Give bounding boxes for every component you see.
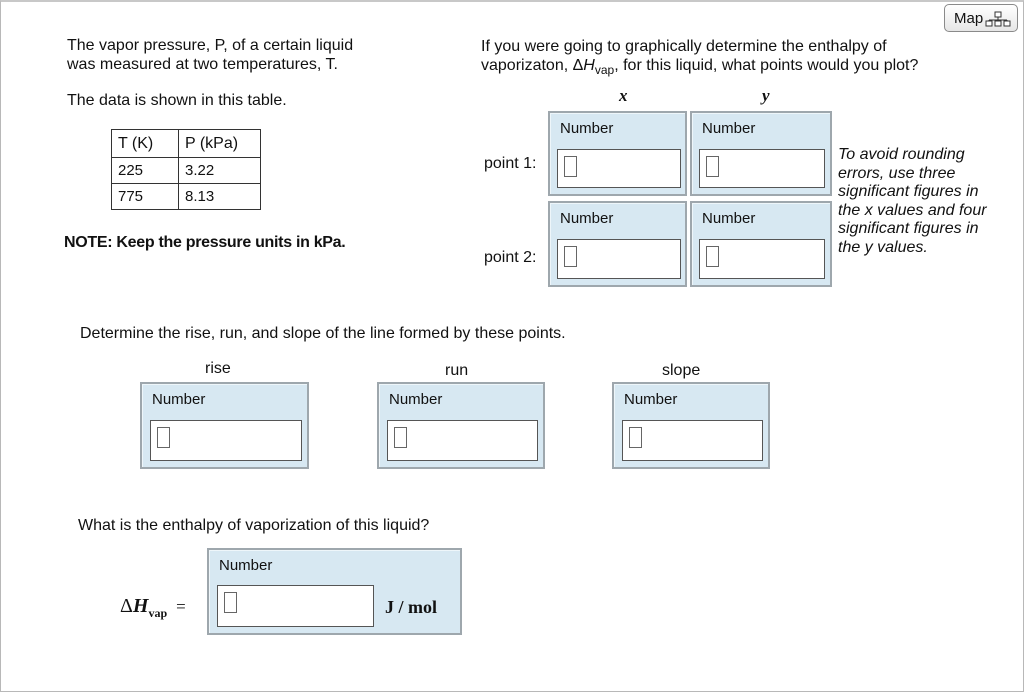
enthalpy-subscript: vap (594, 63, 615, 78)
hint-line: significant figures in (838, 220, 979, 237)
point1-x-input[interactable] (557, 149, 681, 188)
field-label: Number (624, 391, 678, 408)
run-input[interactable] (387, 420, 538, 461)
field-label: Number (702, 120, 756, 137)
map-button-label: Map (954, 10, 984, 27)
hint-line: the x values and four (838, 201, 987, 219)
point1-y-box: Number (690, 111, 832, 196)
point2-x-box: Number (548, 201, 687, 287)
point1-label: point 1: (484, 155, 537, 172)
rise-input[interactable] (150, 420, 302, 461)
plot-question-text: vaporizaton, Δ (481, 57, 584, 74)
point2-label: point 2: (484, 249, 537, 266)
plot-question-text: , for this liquid, what points would you… (614, 57, 919, 74)
field-label: Number (560, 120, 614, 137)
cursor-box (394, 427, 407, 448)
hint-line: errors, use three (838, 164, 956, 182)
cursor-box (629, 427, 642, 448)
intro-line-1: The vapor pressure, P, of a certain liqu… (67, 37, 354, 54)
slope-prompt: Determine the rise, run, and slope of th… (80, 325, 566, 342)
run-label: run (445, 362, 469, 379)
table-header-cell: P (kPa) (178, 129, 261, 158)
run-box: Number (377, 382, 545, 469)
cursor-box (706, 246, 719, 267)
cursor-box (564, 156, 577, 177)
delta-symbol: Δ (120, 595, 133, 617)
table-cell: 775 (111, 183, 179, 210)
sitemap-icon (985, 11, 1011, 27)
y-header: y (762, 86, 770, 105)
h-symbol: H (132, 595, 149, 617)
cursor-box (564, 246, 577, 267)
field-label: Number (702, 210, 756, 227)
field-label: Number (152, 391, 206, 408)
plot-question: If you were going to graphically determi… (481, 37, 918, 80)
field-label: Number (560, 210, 614, 227)
rise-box: Number (140, 382, 309, 469)
point1-y-input[interactable] (699, 149, 825, 188)
note-text: NOTE: Keep the pressure units in kPa. (64, 234, 346, 251)
intro-text: The vapor pressure, P, of a certain liqu… (67, 36, 353, 74)
table-intro: The data is shown in this table. (67, 92, 287, 109)
field-label: Number (219, 557, 273, 574)
cursor-box (224, 592, 237, 613)
plot-question-line-1: If you were going to graphically determi… (481, 38, 887, 55)
table-row: 775 8.13 (111, 183, 261, 210)
enthalpy-input[interactable] (217, 585, 374, 627)
slope-label: slope (662, 362, 701, 379)
enthalpy-prompt: What is the enthalpy of vaporization of … (78, 517, 430, 534)
unit-label: J / mol (385, 597, 437, 617)
map-button[interactable]: Map (944, 4, 1018, 32)
cursor-box (157, 427, 170, 448)
table-cell: 8.13 (178, 183, 261, 210)
equals-sign: = (176, 597, 186, 616)
vap-subscript: vap (148, 606, 168, 620)
table-cell: 225 (111, 157, 179, 184)
x-header: x (619, 86, 628, 105)
point2-y-input[interactable] (699, 239, 825, 279)
enthalpy-symbol: ΔHvap = (120, 595, 186, 621)
field-label: Number (389, 391, 443, 408)
table-header-cell: T (K) (111, 129, 179, 158)
hint-line: To avoid rounding (838, 146, 965, 163)
rounding-hint: To avoid rounding errors, use three sign… (838, 146, 987, 257)
plot-question-line-2: vaporizaton, ΔHvap, for this liquid, wha… (481, 56, 918, 80)
enthalpy-box: Number J / mol (207, 548, 462, 635)
point2-y-box: Number (690, 201, 832, 287)
hint-line: the y values. (838, 238, 928, 256)
slope-box: Number (612, 382, 770, 469)
point2-x-input[interactable] (557, 239, 681, 279)
table-cell: 3.22 (178, 157, 261, 184)
data-table: T (K) P (kPa) 225 3.22 775 8.13 (111, 129, 261, 210)
slope-input[interactable] (622, 420, 763, 461)
cursor-box (706, 156, 719, 177)
intro-line-2: was measured at two temperatures, T. (67, 56, 338, 73)
enthalpy-symbol: H (583, 57, 595, 74)
point1-x-box: Number (548, 111, 687, 196)
hint-line: significant figures in (838, 183, 979, 200)
table-row: 225 3.22 (111, 157, 261, 184)
rise-label: rise (205, 360, 231, 377)
table-header-row: T (K) P (kPa) (111, 129, 261, 158)
